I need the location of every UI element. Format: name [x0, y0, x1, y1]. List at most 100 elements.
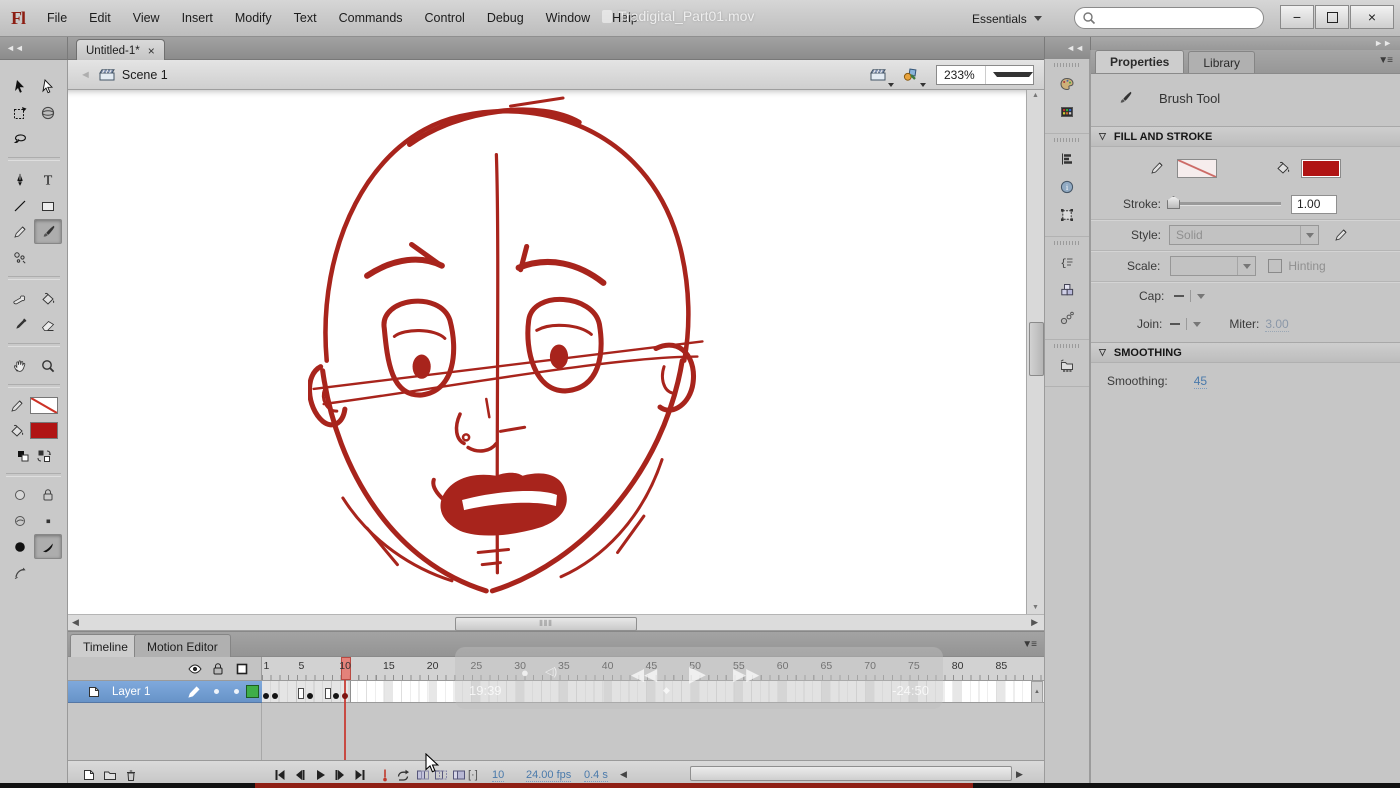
scene-breadcrumb[interactable]: Scene 1 — [122, 68, 168, 82]
text-tool[interactable]: T — [34, 167, 62, 192]
timeline-row-scroll[interactable]: ▲ — [1031, 681, 1043, 703]
keyframe-span[interactable] — [262, 681, 351, 703]
stroke-color-control[interactable] — [0, 393, 67, 418]
menu-window[interactable]: Window — [535, 0, 601, 36]
slider-thumb[interactable] — [1167, 196, 1180, 209]
zoom-dropdown-arrow[interactable] — [985, 66, 1034, 84]
brush-tool[interactable] — [34, 219, 62, 244]
color-panel-button[interactable] — [1052, 71, 1082, 97]
layer-visible-dot[interactable] — [214, 689, 219, 694]
keyframe-dot-2[interactable] — [272, 693, 278, 699]
tab-timeline[interactable]: Timeline — [70, 634, 141, 659]
dropdown-arrow-icon[interactable] — [1300, 226, 1318, 244]
rectangle-tool[interactable] — [34, 193, 62, 218]
bone-tool[interactable] — [6, 286, 34, 311]
drag-grip[interactable] — [1054, 241, 1080, 245]
tab-library[interactable]: Library — [1188, 51, 1255, 73]
delete-layer-button[interactable] — [122, 767, 140, 783]
menu-text[interactable]: Text — [283, 0, 328, 36]
keyframe-dot-6[interactable] — [307, 693, 313, 699]
modify-markers-button[interactable]: [·] — [468, 769, 478, 781]
object-drawing-toggle[interactable] — [6, 482, 34, 507]
subselection-tool[interactable] — [34, 74, 62, 99]
fill-color-swatch[interactable] — [30, 422, 58, 439]
components-panel-button[interactable] — [1052, 277, 1082, 303]
selection-tool[interactable] — [6, 74, 34, 99]
layer-row[interactable]: Layer 1 — [68, 681, 262, 703]
info-panel-button[interactable]: i — [1052, 174, 1082, 200]
lock-fill-toggle[interactable] — [34, 482, 62, 507]
zoom-level-select[interactable]: 233% — [936, 65, 1034, 85]
playhead-line[interactable] — [344, 680, 346, 760]
tab-properties[interactable]: Properties — [1095, 50, 1184, 73]
menu-edit[interactable]: Edit — [78, 0, 122, 36]
pencil-tool[interactable] — [6, 219, 34, 244]
stage-vertical-scrollbar[interactable]: ▲ ▼ — [1026, 90, 1044, 614]
free-transform-tool[interactable] — [6, 100, 34, 125]
timeline-panel-menu-icon[interactable]: ▼≡ — [1022, 639, 1036, 650]
timeline-scroll-left-icon[interactable]: ◀ — [620, 769, 627, 780]
miter-value[interactable]: 3.00 — [1265, 317, 1288, 332]
collapse-toolbar-button[interactable]: ◄◄ — [0, 37, 68, 59]
eraser-tool[interactable] — [34, 312, 62, 337]
workspace-switcher[interactable]: Essentials — [972, 0, 1042, 37]
dropdown-arrow-icon[interactable] — [1237, 257, 1255, 275]
tab-motion-editor[interactable]: Motion Editor — [134, 634, 231, 659]
smoothing-value[interactable]: 45 — [1194, 374, 1207, 389]
new-folder-button[interactable] — [101, 767, 119, 783]
lasso-tool[interactable] — [6, 126, 34, 151]
stage-canvas[interactable] — [68, 90, 1026, 614]
outline-view-icon[interactable] — [234, 661, 250, 677]
step-back-button[interactable] — [291, 767, 309, 783]
edit-symbols-button[interactable] — [902, 67, 918, 83]
pen-tool[interactable] — [6, 167, 34, 192]
join-style-select[interactable] — [1170, 318, 1201, 330]
edit-scene-button[interactable] — [870, 67, 886, 83]
brush-shape-option[interactable] — [34, 534, 62, 559]
cap-style-select[interactable] — [1174, 290, 1205, 302]
menu-commands[interactable]: Commands — [328, 0, 414, 36]
menu-control[interactable]: Control — [414, 0, 476, 36]
transform-panel-button[interactable] — [1052, 202, 1082, 228]
stroke-color-swatch[interactable] — [30, 397, 58, 414]
collapse-dock-button[interactable]: ◄◄ — [1044, 37, 1090, 59]
close-button[interactable]: × — [1350, 5, 1394, 29]
document-tab[interactable]: Untitled-1* × — [76, 39, 165, 61]
drag-grip[interactable] — [1054, 344, 1080, 348]
brush-option-dot[interactable] — [34, 508, 62, 533]
horizontal-scroll-thumb[interactable]: ⦀⦀⦀ — [455, 617, 637, 631]
maximize-button[interactable] — [1315, 5, 1349, 29]
keyframe-dot-current[interactable] — [342, 693, 348, 699]
timeline-scroll-right-icon[interactable]: ▶ — [1016, 769, 1023, 780]
zoom-tool[interactable] — [34, 353, 62, 378]
playhead-marker-icon[interactable] — [376, 767, 394, 783]
current-frame-value[interactable]: 10 — [492, 769, 504, 782]
step-forward-button[interactable] — [331, 767, 349, 783]
scroll-up-icon[interactable]: ▲ — [1027, 90, 1044, 102]
show-hide-icon[interactable] — [187, 661, 203, 677]
play-button[interactable] — [311, 767, 329, 783]
lock-icon[interactable] — [210, 661, 226, 677]
line-tool[interactable] — [6, 193, 34, 218]
span-end-rect-5[interactable] — [298, 688, 304, 699]
menu-insert[interactable]: Insert — [171, 0, 224, 36]
rotation-3d-tool[interactable] — [34, 100, 62, 125]
loop-playback-button[interactable] — [394, 767, 412, 783]
edit-multiple-frames-button[interactable] — [450, 767, 468, 783]
menu-file[interactable]: File — [36, 0, 78, 36]
drag-grip[interactable] — [1054, 63, 1080, 67]
menu-debug[interactable]: Debug — [476, 0, 535, 36]
deco-tool[interactable] — [6, 245, 34, 270]
hinting-checkbox[interactable] — [1268, 259, 1282, 273]
keyframe-dot-9[interactable] — [333, 693, 339, 699]
menu-modify[interactable]: Modify — [224, 0, 283, 36]
stroke-scale-select[interactable] — [1170, 256, 1256, 276]
brush-size-option[interactable] — [6, 534, 34, 559]
expand-panel-button[interactable]: ►► — [1090, 37, 1400, 50]
minimize-button[interactable]: − — [1280, 5, 1314, 29]
fill-color-control[interactable] — [0, 418, 67, 443]
code-snippets-panel-button[interactable]: { — [1052, 249, 1082, 275]
search-input[interactable] — [1074, 7, 1264, 29]
motion-presets-panel-button[interactable] — [1052, 305, 1082, 331]
menu-view[interactable]: View — [122, 0, 171, 36]
